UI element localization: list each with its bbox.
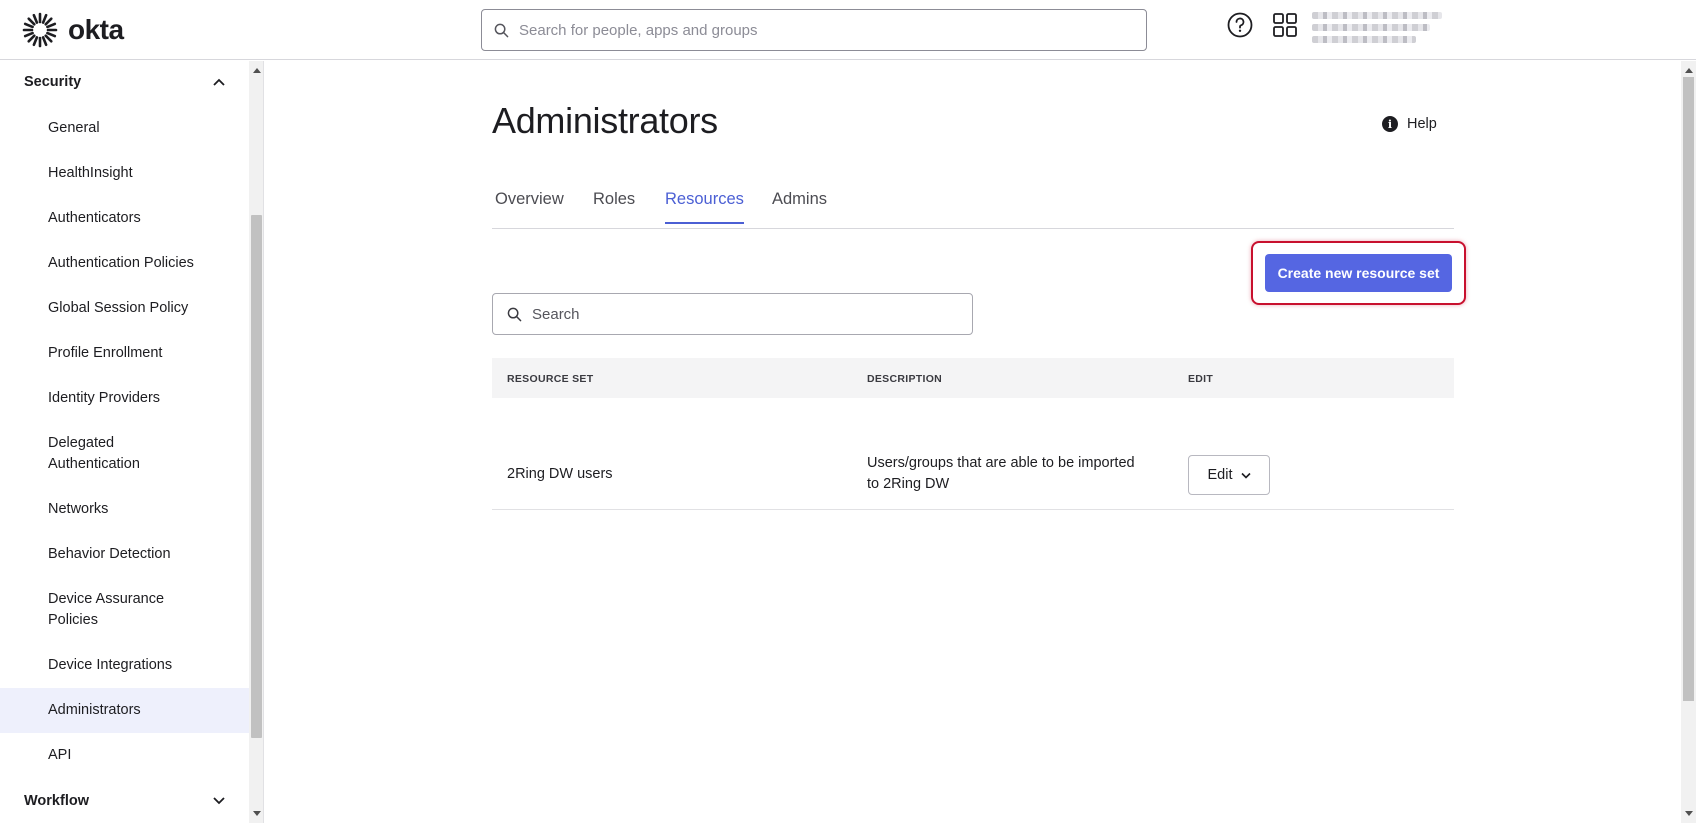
sidebar-item-label: Networks bbox=[48, 501, 109, 517]
sidebar-item-identity-providers[interactable]: Identity Providers bbox=[0, 376, 249, 421]
admin-tabs: Overview Roles Resources Admins bbox=[492, 176, 1454, 229]
tab-roles[interactable]: Roles bbox=[593, 190, 635, 225]
sidebar-item-label: Identity Providers bbox=[48, 390, 161, 406]
global-search-input[interactable] bbox=[519, 21, 1119, 39]
main-scrollbar[interactable] bbox=[1681, 61, 1696, 823]
scroll-up-arrow-icon[interactable] bbox=[1685, 68, 1693, 73]
sidebar-item-label: Authentication Policies bbox=[48, 255, 194, 271]
sidebar-item-device-integrations[interactable]: Device Integrations bbox=[0, 643, 249, 688]
sidebar-item-label: Global Session Policy bbox=[48, 300, 189, 316]
sidebar-item-label: Device Assurance Policies bbox=[48, 591, 165, 628]
sidebar-section-label: Security bbox=[24, 74, 82, 90]
info-icon: i bbox=[1382, 116, 1398, 132]
sidebar-scrollbar[interactable] bbox=[249, 61, 264, 823]
edit-label: Edit bbox=[1207, 467, 1233, 483]
scroll-down-arrow-icon[interactable] bbox=[253, 811, 261, 816]
chevron-down-icon bbox=[1240, 472, 1251, 479]
table-header: RESOURCE SET DESCRIPTION EDIT bbox=[492, 358, 1454, 398]
top-bar: okta bbox=[0, 0, 1696, 60]
sidebar-item-delegated-authentication[interactable]: Delegated Authentication bbox=[0, 421, 249, 487]
description-line: Users/groups that are able to be importe… bbox=[867, 455, 1135, 471]
resource-set-description: Users/groups that are able to be importe… bbox=[867, 453, 1135, 495]
sidebar-item-authenticators[interactable]: Authenticators bbox=[0, 196, 249, 241]
sidebar-item-label: Delegated Authentication bbox=[48, 435, 140, 472]
sidebar-item-label: Behavior Detection bbox=[48, 546, 171, 562]
search-icon bbox=[494, 23, 509, 37]
sidebar-item-authentication-policies[interactable]: Authentication Policies bbox=[0, 241, 249, 286]
sidebar-section-security[interactable]: Security bbox=[0, 61, 249, 103]
apps-grid-icon[interactable] bbox=[1272, 12, 1298, 38]
sidebar-section-workflow[interactable]: Workflow bbox=[0, 780, 249, 822]
user-menu-redacted[interactable] bbox=[1312, 12, 1450, 44]
sidebar-item-general[interactable]: General bbox=[0, 106, 249, 151]
sidebar-item-label: Device Integrations bbox=[48, 657, 173, 673]
sidebar-item-label: Authenticators bbox=[48, 210, 141, 226]
sidebar-item-profile-enrollment[interactable]: Profile Enrollment bbox=[0, 331, 249, 376]
sidebar-item-label: HealthInsight bbox=[48, 165, 133, 181]
column-header-description: DESCRIPTION bbox=[867, 373, 943, 385]
resource-sets-table: RESOURCE SET DESCRIPTION EDIT 2Ring DW u… bbox=[492, 358, 1454, 510]
scroll-up-arrow-icon[interactable] bbox=[253, 68, 261, 73]
help-link[interactable]: i Help bbox=[1382, 116, 1437, 132]
tab-resources[interactable]: Resources bbox=[665, 190, 744, 224]
global-search-box[interactable] bbox=[481, 9, 1147, 51]
sidebar-item-label: API bbox=[48, 747, 72, 763]
column-header-resource-set[interactable]: RESOURCE SET bbox=[507, 373, 593, 385]
column-header-edit: EDIT bbox=[1188, 373, 1214, 385]
sidebar-item-api[interactable]: API bbox=[0, 733, 249, 778]
chevron-down-icon bbox=[213, 797, 225, 805]
sidebar-item-behavior-detection[interactable]: Behavior Detection bbox=[0, 532, 249, 577]
resource-set-name-link[interactable]: 2Ring DW users bbox=[507, 464, 613, 485]
help-icon[interactable] bbox=[1227, 12, 1253, 38]
resource-search-input[interactable] bbox=[532, 305, 952, 323]
okta-sunburst-icon bbox=[22, 12, 58, 48]
sidebar-scrollbar-thumb[interactable] bbox=[251, 215, 262, 738]
sidebar-item-healthinsight[interactable]: HealthInsight bbox=[0, 151, 249, 196]
okta-logo[interactable]: okta bbox=[22, 12, 124, 48]
sidebar-item-label: Administrators bbox=[48, 702, 141, 718]
search-icon bbox=[507, 307, 522, 321]
help-label: Help bbox=[1407, 116, 1437, 132]
sidebar: Security General HealthInsight Authentic… bbox=[0, 61, 249, 823]
chevron-up-icon bbox=[213, 78, 225, 86]
table-row: 2Ring DW users Users/groups that are abl… bbox=[492, 398, 1454, 510]
sidebar-item-label: General bbox=[48, 120, 100, 136]
resource-search-box[interactable] bbox=[492, 293, 973, 335]
tab-admins[interactable]: Admins bbox=[772, 190, 827, 225]
sidebar-item-global-session-policy[interactable]: Global Session Policy bbox=[0, 286, 249, 331]
page-title: Administrators bbox=[492, 100, 718, 141]
logo-text: okta bbox=[68, 14, 124, 45]
main-scrollbar-thumb[interactable] bbox=[1683, 77, 1694, 701]
sidebar-item-device-assurance-policies[interactable]: Device Assurance Policies bbox=[0, 577, 249, 643]
sidebar-section-label: Workflow bbox=[24, 793, 89, 809]
sidebar-item-networks[interactable]: Networks bbox=[0, 487, 249, 532]
edit-dropdown-button[interactable]: Edit bbox=[1188, 455, 1270, 495]
tab-overview[interactable]: Overview bbox=[495, 190, 564, 225]
sidebar-item-administrators[interactable]: Administrators bbox=[0, 688, 249, 733]
scroll-down-arrow-icon[interactable] bbox=[1685, 811, 1693, 816]
description-line: to 2Ring DW bbox=[867, 476, 950, 492]
create-resource-set-button[interactable]: Create new resource set bbox=[1265, 254, 1452, 292]
sidebar-item-label: Profile Enrollment bbox=[48, 345, 163, 361]
